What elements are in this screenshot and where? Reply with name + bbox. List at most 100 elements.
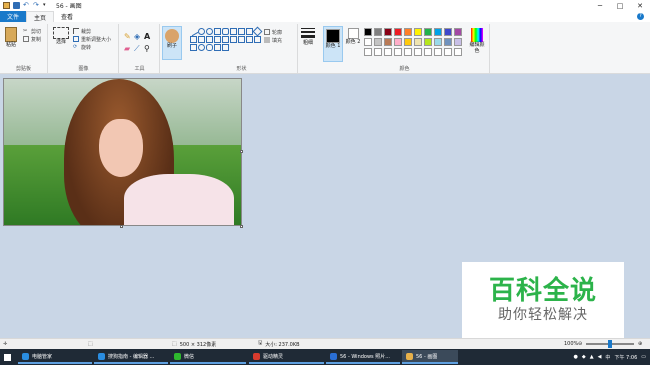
color-swatch[interactable] [414,38,422,46]
color-swatch[interactable] [424,28,432,36]
color-swatch[interactable] [454,48,462,56]
star5-shape-icon[interactable] [246,36,253,43]
undo-icon[interactable]: ↶ [23,2,30,9]
outline-button[interactable]: 轮廓 [264,28,282,36]
lightning-shape-icon[interactable] [222,44,229,51]
rounded-rectangle-shape-icon[interactable] [222,28,229,35]
help-icon[interactable]: ? [637,13,644,20]
color-swatch[interactable] [374,38,382,46]
color-swatch[interactable] [374,28,382,36]
zoom-in-button[interactable]: ⊕ [638,341,642,347]
callout-oval-shape-icon[interactable] [198,44,205,51]
taskbar-app[interactable]: 搜狗指南 - 编辑器 ... [94,350,168,364]
pentagon-shape-icon[interactable] [190,36,197,43]
color-swatch[interactable] [384,38,392,46]
polygon-shape-icon[interactable] [230,28,237,35]
resize-handle-corner[interactable] [240,225,243,228]
down-arrow-shape-icon[interactable] [230,36,237,43]
taskbar-app[interactable]: 微信 [170,350,246,364]
callout-rect-shape-icon[interactable] [190,44,197,51]
color-swatch[interactable] [454,38,462,46]
clock[interactable]: 下午 7:06 [614,354,637,361]
color-picker-icon[interactable]: ⟋ [134,44,144,56]
color-swatch[interactable] [444,28,452,36]
canvas-image[interactable] [3,78,242,226]
resize-handle-bottom[interactable] [120,225,123,228]
tab-home[interactable]: 主页 [26,11,55,22]
edit-colors-button[interactable]: 编辑颜色 [468,28,486,54]
color-swatch[interactable] [394,28,402,36]
color-swatch[interactable] [434,38,442,46]
line-shape-icon[interactable] [188,26,199,37]
redo-icon[interactable]: ↷ [33,2,40,9]
color-swatch[interactable] [384,28,392,36]
volume-tray-icon[interactable]: ◀ [598,354,602,360]
up-arrow-shape-icon[interactable] [222,36,229,43]
fill-button[interactable]: 填充 [264,36,282,44]
triangle-shape-icon[interactable] [238,28,245,35]
pencil-icon[interactable]: ✎ [124,32,134,44]
wechat-tray-icon[interactable]: ● [573,354,577,360]
color-palette[interactable] [364,28,464,58]
taskbar-app[interactable]: 56 - Windows 照片... [326,350,400,364]
start-button[interactable] [0,349,14,365]
color-swatch[interactable] [444,38,452,46]
security-tray-icon[interactable]: ◆ [582,354,586,360]
color-swatch[interactable] [364,38,372,46]
diamond-shape-icon[interactable] [252,26,263,37]
color-swatch[interactable] [414,48,422,56]
ime-tray-icon[interactable]: 中 [605,354,610,361]
color-swatch[interactable] [374,48,382,56]
tab-file[interactable]: 文件 [0,11,27,22]
color1-button[interactable]: 颜色 1 [323,26,343,62]
zoom-out-button[interactable]: ⊖ [578,341,582,347]
crop-button[interactable]: 裁剪 [73,27,111,35]
hexagon-shape-icon[interactable] [198,36,205,43]
minimize-button[interactable]: ─ [590,0,610,11]
customize-quick-access-icon[interactable]: ▾ [43,2,50,9]
color-swatch[interactable] [444,48,452,56]
save-icon[interactable] [13,2,20,9]
color-swatch[interactable] [384,48,392,56]
taskbar-app[interactable]: 电脑管家 [18,350,92,364]
color-swatch[interactable] [424,48,432,56]
close-button[interactable]: ✕ [630,0,650,11]
color-swatch[interactable] [404,28,412,36]
color-swatch[interactable] [424,38,432,46]
star6-shape-icon[interactable] [254,36,261,43]
color-swatch[interactable] [404,48,412,56]
callout-cloud-shape-icon[interactable] [206,44,213,51]
cut-button[interactable]: ✂ 剪切 [23,27,41,35]
brushes-button[interactable]: 刷子 [162,26,182,60]
color-swatch[interactable] [434,48,442,56]
left-arrow-shape-icon[interactable] [214,36,221,43]
star4-shape-icon[interactable] [238,36,245,43]
resize-button[interactable]: 重新调整大小 [73,35,111,43]
tab-view[interactable]: 查看 [54,11,80,22]
zoom-slider-knob[interactable] [608,340,612,348]
color-swatch[interactable] [414,28,422,36]
network-tray-icon[interactable]: ▲ [590,354,594,360]
color-swatch[interactable] [364,48,372,56]
text-icon[interactable]: A [144,32,154,44]
color-swatch[interactable] [394,38,402,46]
color-swatch[interactable] [454,28,462,36]
taskbar-app[interactable]: 驱动精灵 [249,350,324,364]
shapes-gallery[interactable] [188,26,263,52]
heart-shape-icon[interactable] [214,44,221,51]
curve-shape-icon[interactable] [198,28,205,35]
color-swatch[interactable] [434,28,442,36]
rectangle-shape-icon[interactable] [214,28,221,35]
eraser-icon[interactable]: ▰ [124,44,134,56]
notification-icon[interactable]: ▭ [641,354,646,360]
color-swatch[interactable] [394,48,402,56]
color2-button[interactable]: 颜色 2 [345,28,361,45]
rotate-button[interactable]: ⟳ 旋转 [73,43,111,51]
fill-bucket-icon[interactable]: ◈ [134,32,144,44]
copy-button[interactable]: 复制 [23,35,41,43]
oval-shape-icon[interactable] [206,28,213,35]
size-button[interactable]: 粗细 [300,26,316,46]
taskbar-app[interactable]: 56 - 画图 [402,350,458,364]
select-button[interactable]: 选择 [52,27,70,45]
color-swatch[interactable] [404,38,412,46]
